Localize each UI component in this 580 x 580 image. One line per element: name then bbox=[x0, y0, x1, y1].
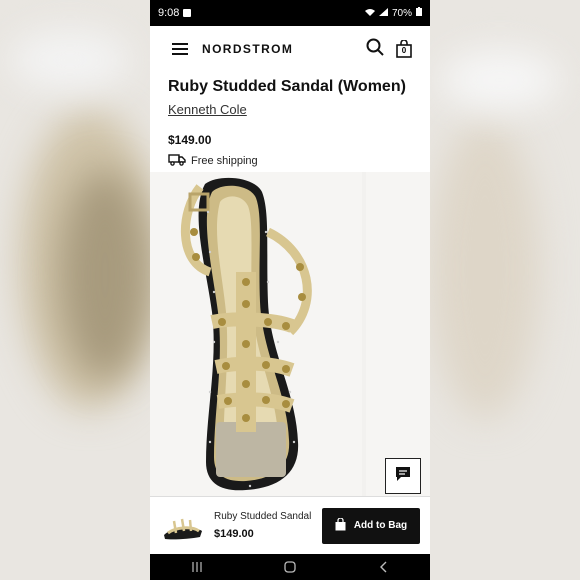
brand-logo[interactable]: NORDSTROM bbox=[202, 42, 366, 56]
truck-icon bbox=[168, 153, 186, 169]
product-title: Ruby Studded Sandal (Women) bbox=[168, 78, 406, 95]
back-icon[interactable] bbox=[363, 557, 403, 577]
chat-button[interactable] bbox=[385, 458, 421, 494]
shipping-text: Free shipping bbox=[191, 155, 258, 167]
home-icon[interactable] bbox=[270, 557, 310, 577]
bag-count: 0 bbox=[401, 46, 407, 55]
product-image[interactable] bbox=[150, 172, 362, 496]
product-brand-link[interactable]: Kenneth Cole bbox=[168, 102, 247, 117]
menu-icon[interactable] bbox=[172, 43, 188, 55]
battery-percent: 70% bbox=[391, 7, 412, 19]
site-header: NORDSTROM 0 bbox=[150, 26, 430, 72]
status-bar: 9:08 70% bbox=[150, 0, 430, 26]
product-price: $149.00 bbox=[168, 133, 212, 147]
sticky-product-price: $149.00 bbox=[214, 528, 254, 540]
blurred-backdrop-right bbox=[430, 0, 580, 580]
battery-icon bbox=[416, 7, 422, 19]
android-nav-bar bbox=[150, 554, 430, 580]
wifi-icon bbox=[364, 8, 375, 19]
sticky-product-name: Ruby Studded Sandal bbox=[214, 511, 312, 522]
recents-icon[interactable] bbox=[177, 557, 217, 577]
next-product-image[interactable] bbox=[366, 172, 430, 496]
product-thumbnail bbox=[162, 509, 204, 543]
phone-screen: 9:08 70% NORDSTROM 0 Ruby Studded Sandal… bbox=[150, 0, 430, 580]
product-image-gallery[interactable] bbox=[150, 172, 430, 496]
search-icon[interactable] bbox=[366, 38, 384, 61]
chat-icon bbox=[395, 466, 411, 487]
add-to-bag-button[interactable]: Add to Bag bbox=[322, 507, 420, 544]
sticky-add-to-bag-bar: Ruby Studded Sandal $149.00 Add to Bag bbox=[150, 496, 430, 554]
shopping-bag-icon bbox=[335, 516, 346, 534]
status-time: 9:08 bbox=[158, 7, 180, 19]
add-to-bag-label: Add to Bag bbox=[353, 520, 408, 531]
shipping-info: Free shipping bbox=[168, 153, 412, 169]
shopping-bag-icon[interactable]: 0 bbox=[396, 39, 412, 58]
gallery-notification-icon bbox=[183, 9, 192, 17]
signal-icon bbox=[378, 7, 388, 19]
blurred-backdrop-left bbox=[0, 0, 150, 580]
